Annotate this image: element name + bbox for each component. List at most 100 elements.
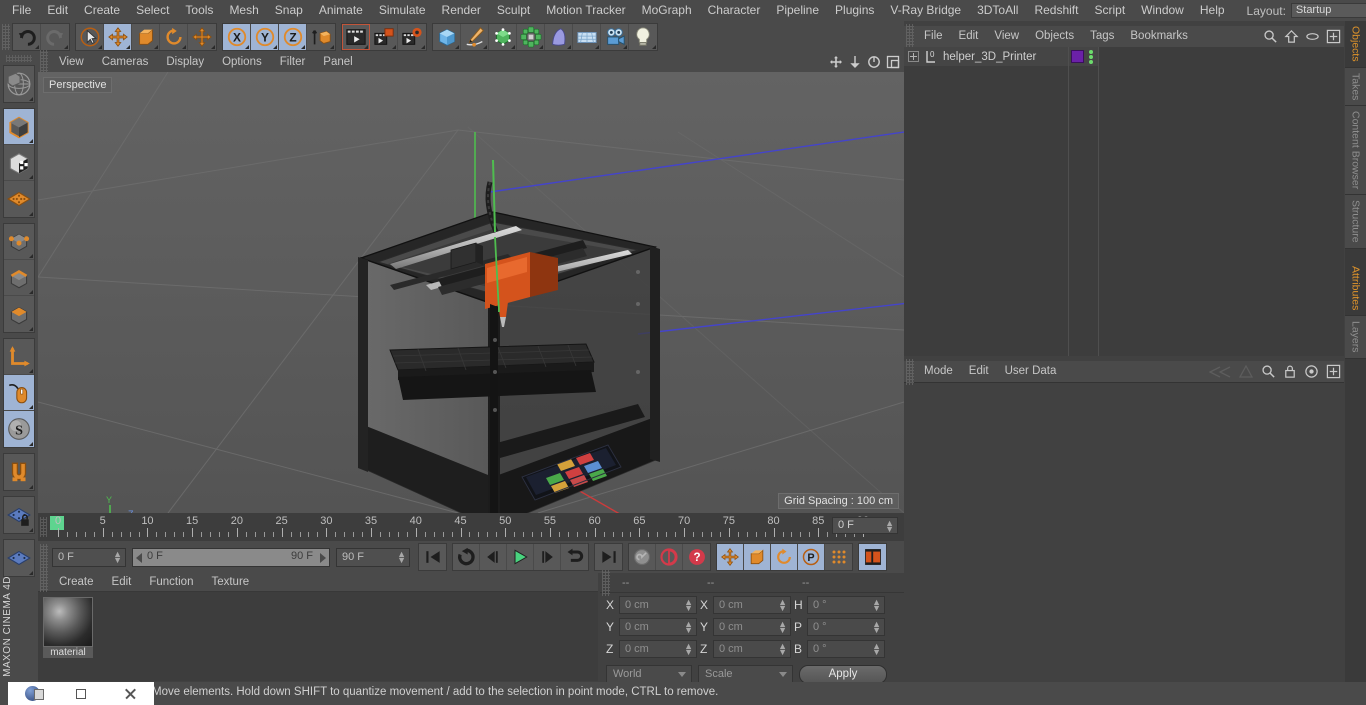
menu-simulate[interactable]: Simulate — [371, 0, 434, 21]
workplane-icon[interactable] — [4, 181, 34, 217]
playback-grip[interactable] — [40, 544, 48, 570]
spinner-icon[interactable]: ▲ ▼ — [885, 519, 894, 534]
coord-input-position-2[interactable]: 0 cm ▲ ▼ — [619, 640, 697, 658]
left-toolbar-grip[interactable] — [6, 55, 32, 62]
timeline-frame-field[interactable]: 0 F ▲ ▼ — [832, 517, 898, 534]
spinner-icon[interactable]: ▲ ▼ — [778, 620, 787, 635]
loop-icon[interactable] — [561, 544, 588, 570]
lock-icon[interactable] — [1283, 364, 1297, 382]
material-menu-texture[interactable]: Texture — [202, 573, 258, 592]
texture-mode-icon[interactable] — [4, 145, 34, 181]
spinner-icon[interactable]: ▲ ▼ — [872, 620, 881, 635]
coord-apply-button[interactable]: Apply — [799, 664, 887, 684]
object-tag-column[interactable] — [1069, 47, 1099, 356]
coord-mode-select[interactable]: Scale — [698, 665, 793, 683]
coord-input-rotation-0[interactable]: 0 ° ▲ ▼ — [807, 596, 885, 614]
object-manager-empty-area[interactable] — [1099, 47, 1344, 356]
material-list[interactable]: material — [38, 592, 598, 681]
magnet-icon[interactable] — [4, 454, 34, 490]
make-editable-icon[interactable] — [4, 66, 34, 102]
material-menu-function[interactable]: Function — [140, 573, 202, 592]
soft-selection-icon[interactable]: S — [4, 411, 34, 447]
search-icon[interactable] — [1261, 364, 1276, 382]
object-row[interactable]: 0 helper_3D_Printer — [904, 47, 1068, 66]
planar-workplane-icon[interactable] — [4, 540, 34, 576]
timeline-ruler[interactable]: 051015202530354045505560657075808590 0 F… — [38, 513, 904, 541]
render-settings-icon[interactable] — [398, 24, 426, 50]
target-icon[interactable] — [1304, 364, 1319, 382]
coord-input-size-1[interactable]: 0 cm ▲ ▼ — [713, 618, 791, 636]
deformer-icon[interactable] — [545, 24, 573, 50]
object-menu-view[interactable]: View — [986, 26, 1027, 47]
preview-range-bar[interactable]: 0 F 90 F — [132, 547, 330, 567]
spinner-icon[interactable]: ▲ ▼ — [872, 642, 881, 657]
menu-pipeline[interactable]: Pipeline — [768, 0, 827, 21]
end-frame-input[interactable]: 90 F ▲ ▼ — [336, 547, 410, 567]
add-layer-icon[interactable] — [1326, 29, 1341, 47]
viewport-menu-cameras[interactable]: Cameras — [93, 53, 158, 72]
menu-mograph[interactable]: MoGraph — [634, 0, 700, 21]
coord-input-rotation-2[interactable]: 0 ° ▲ ▼ — [807, 640, 885, 658]
scene-floor-icon[interactable] — [573, 24, 601, 50]
layer-color-tag[interactable] — [1071, 50, 1084, 63]
nav-up-icon[interactable] — [1238, 364, 1254, 382]
menu-mesh[interactable]: Mesh — [221, 0, 266, 21]
step-back-icon[interactable] — [480, 544, 507, 570]
menu-v-ray-bridge[interactable]: V-Ray Bridge — [882, 0, 969, 21]
coord-input-size-2[interactable]: 0 cm ▲ ▼ — [713, 640, 791, 658]
object-dots-icon[interactable] — [1087, 49, 1095, 64]
light-icon[interactable] — [629, 24, 657, 50]
toolbar-grip[interactable] — [2, 24, 10, 50]
undo-icon[interactable] — [13, 24, 41, 50]
generator-icon[interactable] — [489, 24, 517, 50]
pan-viewport-icon[interactable] — [829, 55, 843, 72]
menu-create[interactable]: Create — [76, 0, 128, 21]
range-left-arrow-icon[interactable] — [136, 552, 142, 563]
menu-animate[interactable]: Animate — [311, 0, 371, 21]
menu-script[interactable]: Script — [1086, 0, 1133, 21]
polygons-mode-icon[interactable] — [4, 296, 34, 332]
rotate-icon[interactable] — [160, 24, 188, 50]
move-icon[interactable] — [104, 24, 132, 50]
current-frame-input[interactable]: 0 F ▲ ▼ — [52, 547, 126, 567]
object-menu-bookmarks[interactable]: Bookmarks — [1122, 26, 1196, 47]
key-scale-icon[interactable] — [744, 544, 771, 570]
menu-render[interactable]: Render — [434, 0, 489, 21]
maximize-viewport-icon[interactable] — [886, 55, 900, 72]
viewport-menu-filter[interactable]: Filter — [271, 53, 315, 72]
vtab-takes[interactable]: Takes — [1345, 67, 1366, 107]
menu-snap[interactable]: Snap — [267, 0, 311, 21]
viewport-menu-view[interactable]: View — [50, 53, 93, 72]
axis-move-icon[interactable] — [188, 24, 216, 50]
coord-input-position-0[interactable]: 0 cm ▲ ▼ — [619, 596, 697, 614]
zoom-viewport-icon[interactable] — [848, 55, 862, 72]
c4d-app-icon[interactable] — [8, 682, 57, 705]
object-manager-body[interactable]: 0 helper_3D_Printer — [904, 47, 1344, 356]
coord-input-position-1[interactable]: 0 cm ▲ ▼ — [619, 618, 697, 636]
z-axis-icon[interactable]: Z — [279, 24, 307, 50]
menu-sculpt[interactable]: Sculpt — [489, 0, 538, 21]
material-menu-edit[interactable]: Edit — [103, 573, 141, 592]
expand-icon[interactable] — [908, 51, 919, 62]
go-to-start-icon[interactable] — [419, 544, 446, 570]
attribute-manager-grip[interactable] — [906, 358, 914, 385]
points-mode-icon[interactable] — [4, 224, 34, 260]
key-position-icon[interactable] — [717, 544, 744, 570]
material-menu-create[interactable]: Create — [50, 573, 103, 592]
spinner-icon[interactable]: ▲ ▼ — [684, 642, 693, 657]
key-pla-icon[interactable] — [825, 544, 852, 570]
spinner-icon[interactable]: ▲ ▼ — [684, 598, 693, 613]
menu-character[interactable]: Character — [700, 0, 769, 21]
nav-back-icon[interactable] — [1208, 365, 1231, 382]
spinner-icon[interactable]: ▲ ▼ — [113, 549, 122, 564]
spinner-icon[interactable]: ▲ ▼ — [684, 620, 693, 635]
vtab-layers[interactable]: Layers — [1345, 316, 1366, 359]
attribute-manager-body[interactable] — [904, 382, 1344, 701]
keyframe-selection-icon[interactable]: ? — [683, 544, 710, 570]
menu-motion-tracker[interactable]: Motion Tracker — [538, 0, 633, 21]
key-rotation-icon[interactable] — [771, 544, 798, 570]
range-right-arrow-icon[interactable] — [320, 552, 326, 563]
lock-workplane-icon[interactable] — [4, 497, 34, 533]
timeline-track[interactable]: 051015202530354045505560657075808590 — [50, 515, 869, 539]
viewport-menu-options[interactable]: Options — [213, 53, 271, 72]
